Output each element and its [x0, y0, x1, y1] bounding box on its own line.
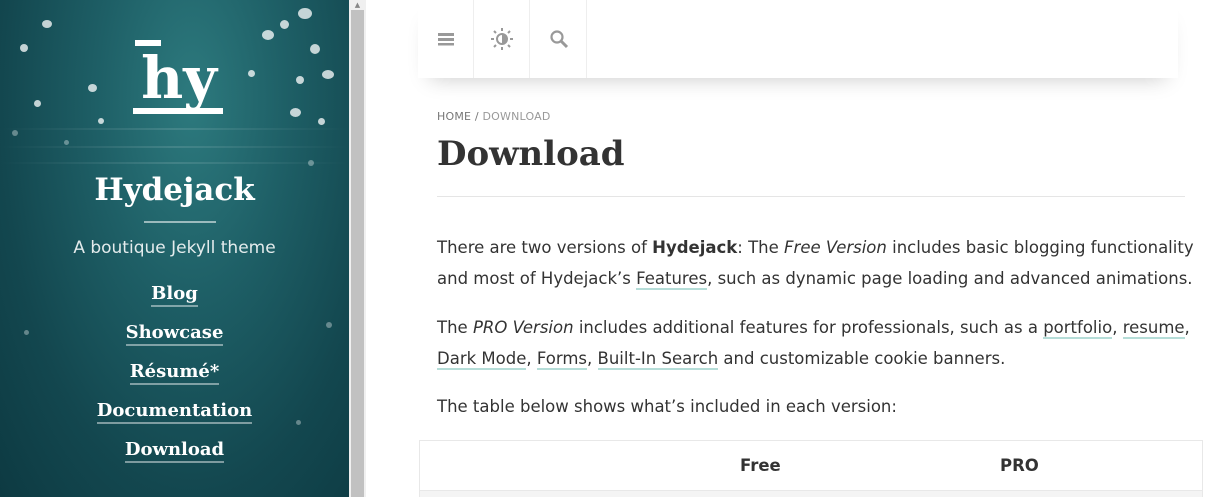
- forms-link[interactable]: Forms: [536, 349, 588, 370]
- pro-paragraph: The PRO Version includes additional feat…: [437, 318, 1190, 370]
- hamburger-icon: [437, 33, 454, 46]
- bubble: [308, 160, 314, 166]
- table-header-pro: PRO: [1000, 456, 1039, 475]
- search-button[interactable]: [531, 0, 587, 78]
- bubble: [280, 20, 289, 29]
- water-ripple: [0, 162, 349, 164]
- top-toolbar: [418, 0, 1178, 78]
- intro-paragraph: There are two versions of Hydejack: The …: [437, 238, 1194, 290]
- bubble: [34, 100, 41, 107]
- bubble: [322, 70, 334, 79]
- sidebar-item-blog[interactable]: Blog: [151, 283, 198, 307]
- bubble: [20, 44, 28, 52]
- bubble: [290, 108, 301, 117]
- bubble: [12, 130, 18, 136]
- site-tagline: A boutique Jekyll theme: [73, 238, 276, 258]
- bubble: [296, 76, 304, 84]
- dark-mode-toggle[interactable]: [474, 0, 530, 78]
- breadcrumb-home[interactable]: HOME: [437, 110, 471, 123]
- bubble: [88, 84, 97, 92]
- sidebar-nav: Blog Showcase Résumé* Documentation Down…: [0, 283, 349, 478]
- table-row: [420, 490, 1202, 497]
- portfolio-link[interactable]: portfolio: [1043, 318, 1113, 339]
- bubble: [310, 44, 320, 54]
- title-divider: [437, 196, 1185, 197]
- sidebar-item-showcase[interactable]: Showcase: [125, 322, 224, 346]
- brightness-icon: [490, 28, 513, 50]
- features-link[interactable]: Features: [636, 269, 708, 290]
- water-ripple: [0, 146, 349, 148]
- brand-name: Hydejack: [652, 238, 738, 257]
- bubble: [64, 140, 69, 145]
- title-divider: [144, 221, 216, 223]
- breadcrumb: HOME / DOWNLOAD: [437, 110, 551, 123]
- scrollbar-thumb[interactable]: [351, 10, 364, 497]
- sidebar-item-download[interactable]: Download: [124, 439, 225, 463]
- menu-button[interactable]: [418, 0, 474, 78]
- sidebar-item-documentation[interactable]: Documentation: [96, 400, 253, 424]
- site-title[interactable]: Hydejack: [0, 172, 349, 208]
- sidebar: hy Hydejack A boutique Jekyll theme Blog…: [0, 0, 349, 497]
- table-intro-paragraph: The table below shows what’s included in…: [437, 397, 897, 416]
- site-logo[interactable]: hy: [131, 40, 227, 118]
- resume-link[interactable]: resume: [1122, 318, 1185, 339]
- dark-mode-link[interactable]: Dark Mode: [437, 349, 527, 370]
- built-in-search-link[interactable]: Built-In Search: [597, 349, 719, 370]
- bubble: [262, 30, 274, 40]
- breadcrumb-separator: /: [471, 110, 483, 123]
- logo-text: hy: [141, 44, 219, 112]
- bubble: [298, 8, 312, 19]
- sidebar-item-resume[interactable]: Résumé*: [129, 361, 220, 385]
- bubble: [42, 20, 52, 28]
- bubble: [98, 118, 104, 124]
- breadcrumb-current: DOWNLOAD: [482, 110, 551, 123]
- scroll-up-icon[interactable]: ▲: [349, 0, 366, 10]
- table-header-free: Free: [740, 456, 781, 475]
- bubble: [318, 118, 325, 125]
- bubble: [248, 70, 255, 77]
- comparison-table: Free PRO: [419, 440, 1203, 497]
- water-ripple: [0, 128, 349, 130]
- page-title: Download: [437, 134, 625, 174]
- search-icon: [549, 30, 568, 49]
